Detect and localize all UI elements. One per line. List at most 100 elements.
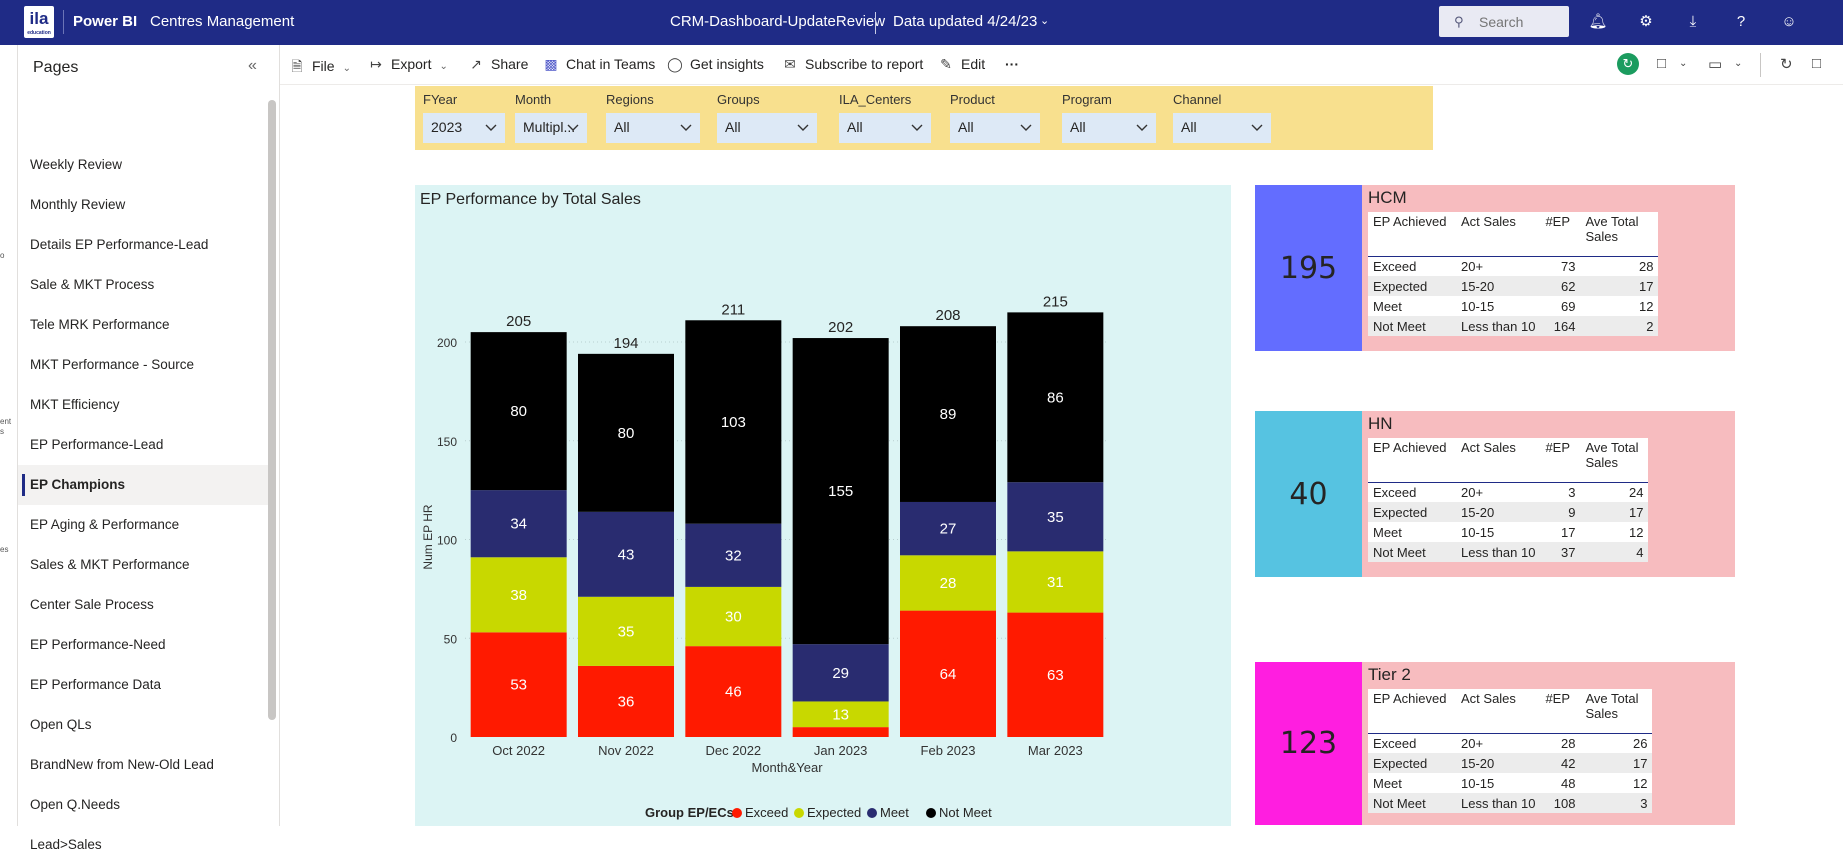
table-header[interactable]: Ave Total Sales xyxy=(1580,689,1653,734)
page-item[interactable]: Open Q.Needs xyxy=(18,785,268,825)
search-input[interactable] xyxy=(1479,12,1561,32)
page-item[interactable]: MKT Efficiency xyxy=(18,385,268,425)
page-item[interactable]: Open QLs xyxy=(18,705,268,745)
export-menu[interactable]: ↦ Export ⌄ xyxy=(367,56,448,73)
subscribe-button[interactable]: ✉ Subscribe to report xyxy=(781,56,923,73)
get-insights-button[interactable]: ◯ Get insights xyxy=(666,56,764,73)
bookmark-icon[interactable]: □ xyxy=(1657,55,1666,72)
table-header[interactable]: EP Achieved xyxy=(1368,438,1456,483)
more-options-button[interactable]: ··· xyxy=(1005,56,1019,72)
table-row: Meet 10-15 17 12 xyxy=(1368,522,1648,542)
page-item[interactable]: Tele MRK Performance xyxy=(18,305,268,345)
comment-icon[interactable]: □ xyxy=(1812,55,1821,72)
page-item[interactable]: Center Sale Process xyxy=(18,585,268,625)
page-item[interactable]: EP Performance Data xyxy=(18,665,268,705)
gear-icon[interactable]: ⚙ xyxy=(1636,12,1656,32)
pages-scrollbar[interactable] xyxy=(268,100,276,720)
table-row: Not Meet Less than 10 37 4 xyxy=(1368,542,1649,562)
slicer-label: FYear xyxy=(423,92,458,107)
page-item[interactable]: EP Champions xyxy=(18,465,268,505)
page-item[interactable]: Sale & MKT Process xyxy=(18,265,268,305)
table-header[interactable]: Act Sales xyxy=(1456,689,1541,734)
page-item[interactable]: BrandNew from New-Old Lead xyxy=(18,745,268,785)
help-icon[interactable]: ? xyxy=(1731,12,1751,32)
chevron-down-icon[interactable]: ⌄ xyxy=(1734,58,1742,69)
table-header[interactable]: EP Achieved xyxy=(1368,212,1456,257)
total-label: 211 xyxy=(721,301,745,318)
slicer-dropdown[interactable]: 2023 xyxy=(423,113,505,143)
page-item[interactable]: Lead>Sales xyxy=(18,825,268,865)
slicer-dropdown[interactable]: All xyxy=(950,113,1040,143)
chevron-down-icon: ⌄ xyxy=(342,63,351,74)
data-label: 35 xyxy=(1047,509,1064,526)
view-icon[interactable]: ▭ xyxy=(1708,55,1722,73)
page-item[interactable]: EP Aging & Performance xyxy=(18,505,268,545)
refresh-status-icon[interactable]: ↻ xyxy=(1617,53,1639,75)
table-cell: 37 xyxy=(1540,542,1581,562)
table-header[interactable]: Ave Total Sales xyxy=(1580,212,1659,257)
page-item[interactable]: MKT Performance - Source xyxy=(18,345,268,385)
workspace-name[interactable]: Centres Management xyxy=(150,13,294,30)
slicer-dropdown[interactable]: All xyxy=(717,113,817,143)
collapse-icon[interactable]: « xyxy=(248,57,257,75)
bar-segment-exceed[interactable] xyxy=(792,727,889,737)
slicer-dropdown[interactable]: All xyxy=(839,113,931,143)
table-header[interactable]: #EP xyxy=(1540,212,1581,257)
ep-performance-chart[interactable]: 0 50 100 150 200 Num EP HR 53 38 34 80 205 Oct 2022… xyxy=(415,185,1231,826)
slicer-dropdown[interactable]: All xyxy=(606,113,700,143)
data-label: 86 xyxy=(1047,389,1064,406)
region-card[interactable]: 40 HN EP Achieved Act Sales #EP Ave Total Sal… xyxy=(1255,411,1735,577)
download-icon[interactable]: ⤓ xyxy=(1683,12,1703,32)
share-button[interactable]: ↗ Share xyxy=(467,56,528,73)
page-item[interactable]: EP Performance-Lead xyxy=(18,425,268,465)
legend-entry[interactable]: Not Meet xyxy=(939,805,992,820)
bell-icon[interactable]: 🔔︎ xyxy=(1588,12,1608,32)
nav-strip-fragment: o xyxy=(0,251,5,260)
chevron-down-icon xyxy=(1136,124,1148,131)
table-cell: 12 xyxy=(1638,298,1654,314)
legend-entry[interactable]: Expected xyxy=(807,805,861,820)
region-card[interactable]: 195 HCM EP Achieved Act Sales #EP Ave Total S… xyxy=(1255,185,1735,351)
page-item[interactable]: EP Performance-Need xyxy=(18,625,268,665)
table-cell: Less than 10 xyxy=(1456,542,1541,562)
chat-in-teams-button[interactable]: ▩ Chat in Teams xyxy=(542,56,655,73)
table-header[interactable]: #EP xyxy=(1540,438,1581,483)
page-item[interactable]: Sales & MKT Performance xyxy=(18,545,268,585)
legend-marker xyxy=(732,808,742,818)
table-header[interactable]: Act Sales xyxy=(1456,212,1541,257)
legend-entry[interactable]: Exceed xyxy=(745,805,788,820)
table-header[interactable]: Ave Total Sales xyxy=(1580,438,1649,483)
page-item[interactable]: Weekly Review xyxy=(18,145,268,185)
table-header[interactable]: EP Achieved xyxy=(1368,689,1456,734)
chevron-down-icon[interactable]: ⌄ xyxy=(1679,58,1687,69)
total-label: 215 xyxy=(1043,293,1068,310)
file-menu[interactable]: 🗎︎ File ⌄ xyxy=(288,56,351,80)
slicer-dropdown[interactable]: All xyxy=(1062,113,1156,143)
search-box[interactable]: ⚲ xyxy=(1439,6,1569,37)
slicer-dropdown[interactable]: Multipl... xyxy=(515,113,587,143)
data-updated-dropdown[interactable]: Data updated 4/24/23 xyxy=(893,13,1037,30)
table-header[interactable]: Act Sales xyxy=(1456,438,1541,483)
legend-entry[interactable]: Meet xyxy=(880,805,909,820)
table-cell: 20+ xyxy=(1461,735,1484,751)
card-total-number: 123 xyxy=(1255,662,1362,825)
subscribe-icon: ✉ xyxy=(784,56,796,72)
data-label: 13 xyxy=(832,706,849,723)
ila-logo[interactable]: ila education xyxy=(24,6,54,38)
table-cell: Not Meet xyxy=(1368,793,1456,813)
page-item[interactable]: Monthly Review xyxy=(18,185,268,225)
region-card[interactable]: 123 Tier 2 EP Achieved Act Sales #EP Ave Tota… xyxy=(1255,662,1735,825)
page-item[interactable]: Details EP Performance-Lead xyxy=(18,225,268,265)
table-cell: 42 xyxy=(1540,753,1581,773)
table-cell: 73 xyxy=(1560,258,1576,274)
reset-icon[interactable]: ↻ xyxy=(1780,55,1793,73)
data-label: 103 xyxy=(721,414,746,431)
table-header[interactable]: #EP xyxy=(1540,689,1581,734)
edit-button[interactable]: ✎ Edit xyxy=(937,56,985,73)
slicer-dropdown[interactable]: All xyxy=(1173,113,1271,143)
chevron-down-icon[interactable]: ⌄ xyxy=(1040,14,1049,27)
table-cell: 10-15 xyxy=(1461,775,1495,791)
teams-icon: ▩ xyxy=(544,56,558,72)
smiley-feedback-icon[interactable]: ☺ xyxy=(1779,12,1799,32)
power-bi-brand[interactable]: Power BI xyxy=(73,13,137,30)
